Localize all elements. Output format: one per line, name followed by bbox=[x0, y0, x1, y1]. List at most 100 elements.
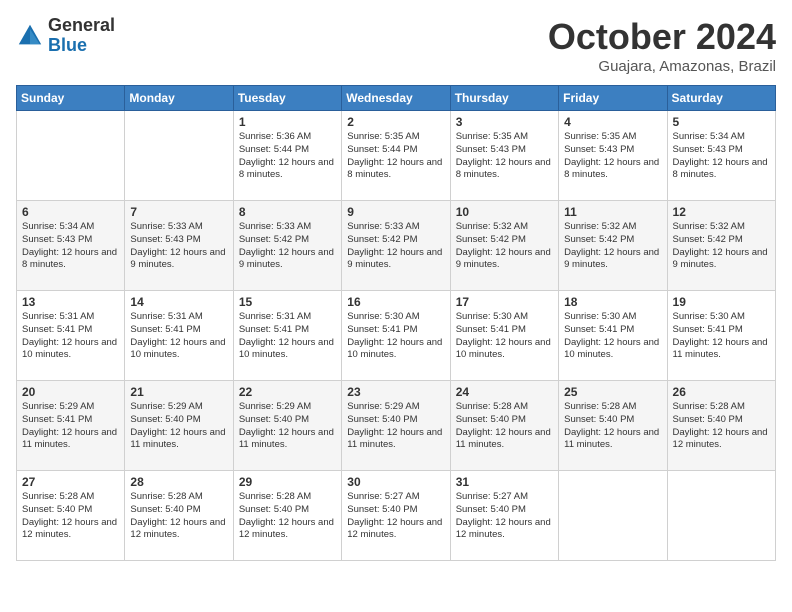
month-title: October 2024 bbox=[548, 16, 776, 58]
day-number: 1 bbox=[239, 115, 336, 129]
calendar-cell: 31 Sunrise: 5:27 AM Sunset: 5:40 PM Dayli… bbox=[450, 471, 558, 561]
day-number: 20 bbox=[22, 385, 119, 399]
page-header: GeneralBlue October 2024 Guajara, Amazon… bbox=[16, 16, 776, 75]
calendar-cell: 8Sunrise: 5:33 AM Sunset: 5:42 PM Daylig… bbox=[233, 201, 341, 291]
calendar-cell: 6 Sunrise: 5:34 AM Sunset: 5:43 PM Daylig… bbox=[17, 201, 125, 291]
calendar-cell: 14 Sunrise: 5:31 AM Sunset: 5:41 PM Dayli… bbox=[125, 291, 233, 381]
weekday-monday: Monday bbox=[125, 86, 233, 111]
day-number: 2 bbox=[347, 115, 444, 129]
cell-info: Sunrise: 5:35 AM Sunset: 5:44 PM Dayligh… bbox=[347, 131, 444, 182]
cell-info: Sunrise: 5:29 AM Sunset: 5:40 PM Dayligh… bbox=[130, 401, 227, 452]
cell-info: Sunrise: 5:32 AM Sunset: 5:42 PM Dayligh… bbox=[456, 221, 553, 272]
day-number: 14 bbox=[130, 295, 227, 309]
day-number: 3 bbox=[456, 115, 553, 129]
calendar-body: 1 Sunrise: 5:36 AM Sunset: 5:44 PM Daylig… bbox=[17, 111, 776, 561]
day-number: 9 bbox=[347, 205, 444, 219]
calendar-cell: 19 Sunrise: 5:30 AM Sunset: 5:41 PM Dayli… bbox=[667, 291, 775, 381]
cell-info: Sunrise: 5:30 AM Sunset: 5:41 PM Dayligh… bbox=[456, 311, 553, 362]
day-number: 31 bbox=[456, 475, 553, 489]
day-number: 15 bbox=[239, 295, 336, 309]
cell-info: Sunrise: 5:31 AM Sunset: 5:41 PM Dayligh… bbox=[239, 311, 336, 362]
calendar-cell: 17 Sunrise: 5:30 AM Sunset: 5:41 PM Dayli… bbox=[450, 291, 558, 381]
day-number: 27 bbox=[22, 475, 119, 489]
day-number: 19 bbox=[673, 295, 770, 309]
calendar-cell: 30Sunrise: 5:27 AM Sunset: 5:40 PM Dayli… bbox=[342, 471, 450, 561]
calendar-cell: 16 Sunrise: 5:30 AM Sunset: 5:41 PM Dayli… bbox=[342, 291, 450, 381]
cell-info: Sunrise: 5:31 AM Sunset: 5:41 PM Dayligh… bbox=[130, 311, 227, 362]
calendar-cell: 20 Sunrise: 5:29 AM Sunset: 5:41 PM Dayli… bbox=[17, 381, 125, 471]
week-row-2: 6 Sunrise: 5:34 AM Sunset: 5:43 PM Daylig… bbox=[17, 201, 776, 291]
cell-info: Sunrise: 5:30 AM Sunset: 5:41 PM Dayligh… bbox=[347, 311, 444, 362]
day-number: 17 bbox=[456, 295, 553, 309]
day-number: 21 bbox=[130, 385, 227, 399]
day-number: 10 bbox=[456, 205, 553, 219]
calendar-cell: 22Sunrise: 5:29 AM Sunset: 5:40 PM Dayli… bbox=[233, 381, 341, 471]
cell-info: Sunrise: 5:30 AM Sunset: 5:41 PM Dayligh… bbox=[673, 311, 770, 362]
calendar-cell: 27 Sunrise: 5:28 AM Sunset: 5:40 PM Dayli… bbox=[17, 471, 125, 561]
weekday-sunday: Sunday bbox=[17, 86, 125, 111]
day-number: 5 bbox=[673, 115, 770, 129]
cell-info: Sunrise: 5:33 AM Sunset: 5:43 PM Dayligh… bbox=[130, 221, 227, 272]
calendar-cell: 15 Sunrise: 5:31 AM Sunset: 5:41 PM Dayli… bbox=[233, 291, 341, 381]
weekday-header-row: SundayMondayTuesdayWednesdayThursdayFrid… bbox=[17, 86, 776, 111]
cell-info: Sunrise: 5:31 AM Sunset: 5:41 PM Dayligh… bbox=[22, 311, 119, 362]
day-number: 30 bbox=[347, 475, 444, 489]
day-number: 24 bbox=[456, 385, 553, 399]
week-row-5: 27 Sunrise: 5:28 AM Sunset: 5:40 PM Dayli… bbox=[17, 471, 776, 561]
day-number: 26 bbox=[673, 385, 770, 399]
weekday-wednesday: Wednesday bbox=[342, 86, 450, 111]
calendar-cell: 10 Sunrise: 5:32 AM Sunset: 5:42 PM Dayli… bbox=[450, 201, 558, 291]
calendar-cell: 28 Sunrise: 5:28 AM Sunset: 5:40 PM Dayli… bbox=[125, 471, 233, 561]
cell-info: Sunrise: 5:28 AM Sunset: 5:40 PM Dayligh… bbox=[22, 491, 119, 542]
cell-info: Sunrise: 5:32 AM Sunset: 5:42 PM Dayligh… bbox=[673, 221, 770, 272]
weekday-saturday: Saturday bbox=[667, 86, 775, 111]
cell-info: Sunrise: 5:34 AM Sunset: 5:43 PM Dayligh… bbox=[22, 221, 119, 272]
location: Guajara, Amazonas, Brazil bbox=[548, 58, 776, 75]
calendar-cell bbox=[125, 111, 233, 201]
cell-info: Sunrise: 5:29 AM Sunset: 5:40 PM Dayligh… bbox=[347, 401, 444, 452]
day-number: 28 bbox=[130, 475, 227, 489]
calendar-cell: 4 Sunrise: 5:35 AM Sunset: 5:43 PM Daylig… bbox=[559, 111, 667, 201]
title-block: October 2024 Guajara, Amazonas, Brazil bbox=[548, 16, 776, 75]
calendar-cell: 11Sunrise: 5:32 AM Sunset: 5:42 PM Dayli… bbox=[559, 201, 667, 291]
calendar-cell: 1 Sunrise: 5:36 AM Sunset: 5:44 PM Daylig… bbox=[233, 111, 341, 201]
week-row-1: 1 Sunrise: 5:36 AM Sunset: 5:44 PM Daylig… bbox=[17, 111, 776, 201]
calendar-cell: 13 Sunrise: 5:31 AM Sunset: 5:41 PM Dayli… bbox=[17, 291, 125, 381]
day-number: 7 bbox=[130, 205, 227, 219]
calendar-cell: 2 Sunrise: 5:35 AM Sunset: 5:44 PM Daylig… bbox=[342, 111, 450, 201]
calendar-cell: 5 Sunrise: 5:34 AM Sunset: 5:43 PM Daylig… bbox=[667, 111, 775, 201]
day-number: 4 bbox=[564, 115, 661, 129]
day-number: 18 bbox=[564, 295, 661, 309]
day-number: 8 bbox=[239, 205, 336, 219]
calendar-cell: 3Sunrise: 5:35 AM Sunset: 5:43 PM Daylig… bbox=[450, 111, 558, 201]
calendar-cell: 26Sunrise: 5:28 AM Sunset: 5:40 PM Dayli… bbox=[667, 381, 775, 471]
cell-info: Sunrise: 5:29 AM Sunset: 5:41 PM Dayligh… bbox=[22, 401, 119, 452]
week-row-3: 13 Sunrise: 5:31 AM Sunset: 5:41 PM Dayli… bbox=[17, 291, 776, 381]
calendar-cell bbox=[667, 471, 775, 561]
day-number: 25 bbox=[564, 385, 661, 399]
weekday-thursday: Thursday bbox=[450, 86, 558, 111]
day-number: 12 bbox=[673, 205, 770, 219]
weekday-friday: Friday bbox=[559, 86, 667, 111]
cell-info: Sunrise: 5:34 AM Sunset: 5:43 PM Dayligh… bbox=[673, 131, 770, 182]
logo-text: GeneralBlue bbox=[48, 16, 115, 56]
day-number: 6 bbox=[22, 205, 119, 219]
day-number: 13 bbox=[22, 295, 119, 309]
cell-info: Sunrise: 5:28 AM Sunset: 5:40 PM Dayligh… bbox=[130, 491, 227, 542]
calendar-cell: 23Sunrise: 5:29 AM Sunset: 5:40 PM Dayli… bbox=[342, 381, 450, 471]
cell-info: Sunrise: 5:28 AM Sunset: 5:40 PM Dayligh… bbox=[239, 491, 336, 542]
calendar-cell: 9Sunrise: 5:33 AM Sunset: 5:42 PM Daylig… bbox=[342, 201, 450, 291]
logo: GeneralBlue bbox=[16, 16, 115, 56]
week-row-4: 20 Sunrise: 5:29 AM Sunset: 5:41 PM Dayli… bbox=[17, 381, 776, 471]
day-number: 11 bbox=[564, 205, 661, 219]
cell-info: Sunrise: 5:27 AM Sunset: 5:40 PM Dayligh… bbox=[456, 491, 553, 542]
calendar-cell: 24 Sunrise: 5:28 AM Sunset: 5:40 PM Dayli… bbox=[450, 381, 558, 471]
calendar-cell bbox=[17, 111, 125, 201]
cell-info: Sunrise: 5:35 AM Sunset: 5:43 PM Dayligh… bbox=[564, 131, 661, 182]
cell-info: Sunrise: 5:28 AM Sunset: 5:40 PM Dayligh… bbox=[456, 401, 553, 452]
day-number: 22 bbox=[239, 385, 336, 399]
day-number: 16 bbox=[347, 295, 444, 309]
cell-info: Sunrise: 5:36 AM Sunset: 5:44 PM Dayligh… bbox=[239, 131, 336, 182]
calendar-cell: 21 Sunrise: 5:29 AM Sunset: 5:40 PM Dayli… bbox=[125, 381, 233, 471]
logo-icon bbox=[16, 22, 44, 50]
